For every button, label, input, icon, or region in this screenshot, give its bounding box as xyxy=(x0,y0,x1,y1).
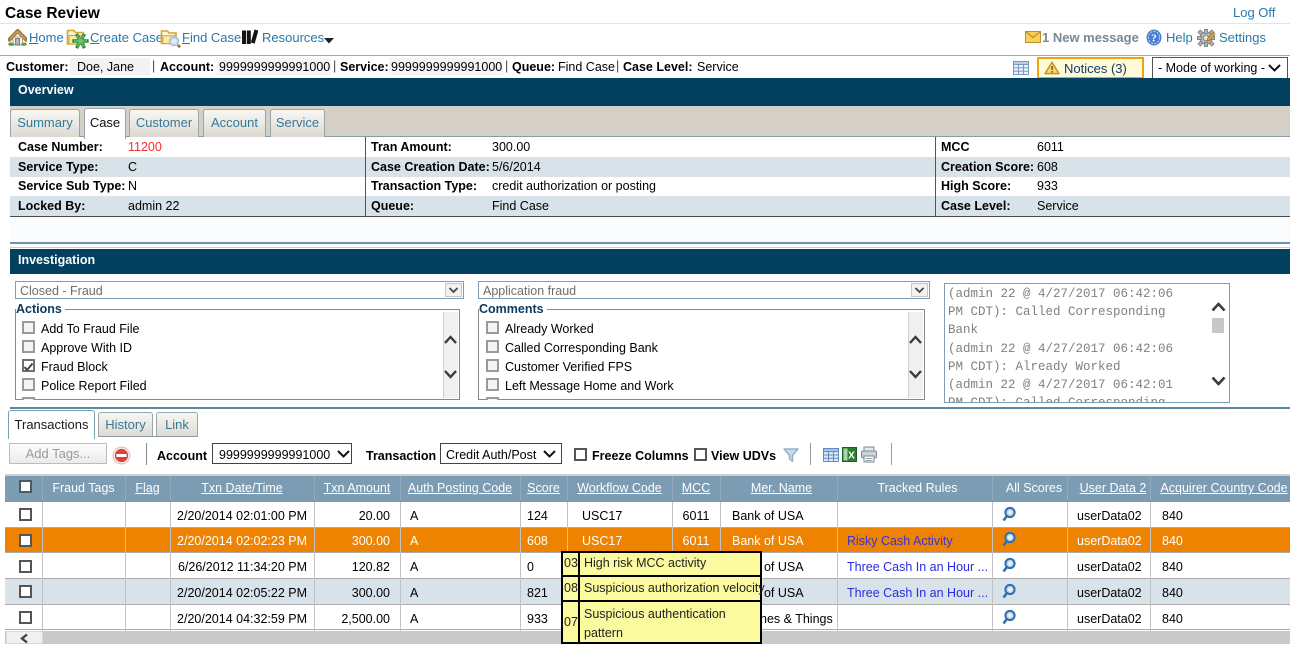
svg-text:X: X xyxy=(848,451,855,462)
svg-text:?: ? xyxy=(1151,33,1157,45)
